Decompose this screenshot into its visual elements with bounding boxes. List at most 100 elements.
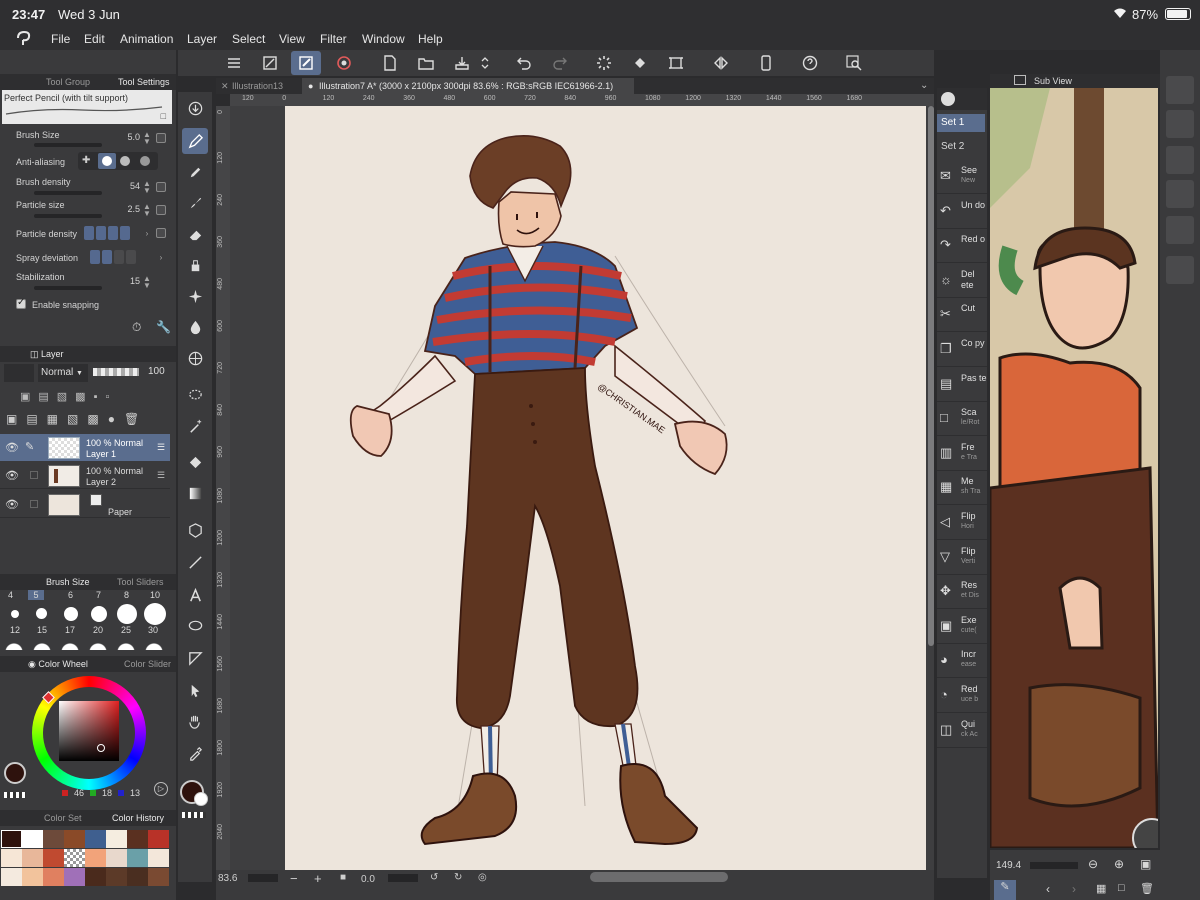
color-swatch[interactable] <box>64 868 85 886</box>
layer-menu-icon[interactable]: ☰ <box>157 470 165 481</box>
airbrush-tool-icon[interactable] <box>182 252 208 278</box>
brush-density-pressure-toggle[interactable] <box>156 182 166 192</box>
undo-button[interactable] <box>512 51 536 75</box>
set-1-tab[interactable]: Set 1 <box>937 114 985 132</box>
color-swatch[interactable] <box>148 868 169 886</box>
color-swatch[interactable] <box>106 868 127 886</box>
search-icon[interactable] <box>842 51 866 75</box>
layer-select-box[interactable] <box>30 471 38 479</box>
vertical-scrollbar[interactable] <box>928 106 934 646</box>
magic-wand-tool-icon[interactable] <box>182 413 208 439</box>
horizontal-scrollbar[interactable] <box>590 872 728 882</box>
fill-bucket-button[interactable] <box>628 51 652 75</box>
tab-tool-sliders[interactable]: Tool Sliders <box>117 577 164 587</box>
auto-action-item[interactable]: ▦ Me sh Tra <box>937 471 987 506</box>
tab-sub-view[interactable]: Sub View <box>1034 76 1072 86</box>
fit-canvas-button[interactable] <box>258 51 282 75</box>
menu-help[interactable]: Help <box>418 32 443 46</box>
anti-aliasing-selector[interactable]: ✚ <box>78 152 158 170</box>
layer-row[interactable]: 👁 100 % Normal Layer 2 ☰ <box>0 462 170 489</box>
color-swatch[interactable] <box>22 849 43 867</box>
canvas-workspace[interactable]: @CHRISTIAN.MAE <box>230 106 934 870</box>
size-dot[interactable] <box>36 608 47 619</box>
redo-button[interactable] <box>548 51 572 75</box>
sub-view-zoom-in-button[interactable]: ⊕ <box>1114 857 1124 871</box>
object-select-tool-icon[interactable] <box>182 677 208 703</box>
wrench-icon[interactable]: 🔧 <box>156 320 171 334</box>
dock-material-icon[interactable] <box>1166 146 1194 174</box>
lock-icon[interactable]: □ <box>161 111 166 121</box>
layer-lock-toolbar[interactable]: ▣▤▧▩▪▫ <box>20 390 170 404</box>
tab-tool-group[interactable]: Tool Group <box>46 77 90 87</box>
tab-color-set[interactable]: Color Set <box>44 813 82 823</box>
auto-action-item[interactable]: ▥ Fre e Tra <box>937 437 987 471</box>
color-swatch[interactable] <box>106 849 127 867</box>
frame-border-tool-icon[interactable] <box>182 645 208 671</box>
menu-animation[interactable]: Animation <box>120 32 173 46</box>
transparent-color-toggle[interactable] <box>182 812 206 818</box>
color-swatch[interactable] <box>148 849 169 867</box>
transform-button[interactable] <box>664 51 688 75</box>
save-options-chevron-icon[interactable] <box>478 51 492 75</box>
balloon-tool-icon[interactable] <box>182 613 208 639</box>
tab-layer[interactable]: ◫ Layer <box>30 349 64 360</box>
pen-tool-icon[interactable] <box>182 159 208 185</box>
sub-view-image[interactable] <box>990 88 1158 848</box>
enable-snapping-checkbox[interactable]: ✓ <box>16 297 26 309</box>
color-swatch[interactable] <box>85 868 106 886</box>
next-image-icon[interactable]: › <box>1072 882 1076 896</box>
flip-horizontal-button[interactable] <box>709 51 733 75</box>
auto-action-item[interactable]: ◁ Flip Hori <box>937 506 987 540</box>
color-swatch[interactable] <box>22 868 43 886</box>
hamburger-menu-button[interactable] <box>222 51 246 75</box>
eye-icon[interactable]: 👁 <box>5 498 19 511</box>
zoom-in-button[interactable]: + <box>314 871 322 886</box>
particle-density-chevron-icon[interactable]: › <box>142 226 152 242</box>
reset-rotation-icon[interactable]: ◎ <box>478 872 487 883</box>
menu-select[interactable]: Select <box>232 32 265 46</box>
size-dot-row[interactable] <box>4 640 172 650</box>
sub-view-zoom-slider[interactable] <box>1030 862 1078 869</box>
close-icon[interactable]: ✕ <box>221 81 229 92</box>
auto-action-item[interactable]: ▣ Exe cute( <box>937 610 987 644</box>
rotate-right-icon[interactable]: ↻ <box>454 872 462 883</box>
auto-action-search[interactable] <box>937 88 987 110</box>
save-button[interactable] <box>450 51 474 75</box>
layer-row[interactable]: 👁 ✎ 100 % Normal Layer 1 ☰ <box>0 434 170 461</box>
color-swatch[interactable] <box>148 830 169 848</box>
size-dot[interactable] <box>11 610 19 618</box>
color-swatch[interactable] <box>127 830 148 848</box>
dock-layer-property-icon[interactable] <box>1166 76 1194 104</box>
sub-view-zoom-out-button[interactable]: ⊖ <box>1088 857 1098 871</box>
gradient-tool-icon[interactable] <box>182 480 208 506</box>
new-document-button[interactable] <box>378 51 402 75</box>
trash-icon[interactable]: 🗑 <box>1140 882 1154 895</box>
layer-color-button[interactable] <box>4 364 34 382</box>
current-sub-color[interactable] <box>194 792 208 806</box>
anti-aliasing-none-icon[interactable]: ✚ <box>82 156 92 166</box>
color-swatch[interactable] <box>1 830 22 848</box>
hand-tool-icon[interactable] <box>182 708 208 734</box>
particle-size-stepper[interactable]: ▲ ▼ <box>142 203 152 219</box>
record-icon[interactable] <box>332 51 356 75</box>
app-logo-icon[interactable] <box>15 30 33 49</box>
rotate-left-icon[interactable]: ↺ <box>430 872 438 883</box>
zoom-slider[interactable] <box>248 874 278 882</box>
tab-color-wheel[interactable]: ◉ Color Wheel <box>28 659 88 670</box>
tab-color-history[interactable]: Color History <box>112 813 164 823</box>
color-picker-cursor[interactable] <box>97 744 105 752</box>
brush-size-stepper[interactable]: ▲ ▼ <box>142 131 152 147</box>
color-wheel[interactable] <box>32 676 146 790</box>
particle-size-pressure-toggle[interactable] <box>156 205 166 215</box>
help-icon[interactable] <box>798 51 822 75</box>
auto-action-item[interactable]: ◕ Incr ease <box>937 644 987 679</box>
auto-action-item[interactable]: ▽ Flip Verti <box>937 541 987 575</box>
dock-figure-icon[interactable] <box>1166 180 1194 208</box>
color-swatch[interactable] <box>1 868 22 886</box>
size-dot[interactable] <box>91 606 107 622</box>
brush-size-slider[interactable] <box>34 143 102 147</box>
size-dot[interactable] <box>64 607 78 621</box>
auto-action-item[interactable]: □ Sca le/Rot <box>937 402 987 437</box>
text-tool-icon[interactable] <box>182 582 208 608</box>
move-tool-icon[interactable] <box>182 95 208 121</box>
